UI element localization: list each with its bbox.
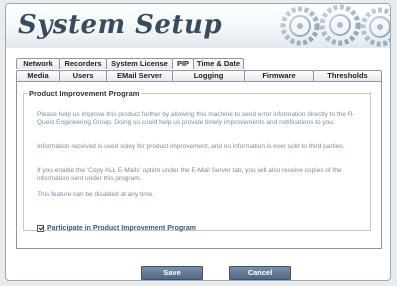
- tab-network[interactable]: Network: [16, 58, 60, 69]
- tab-email-server[interactable]: EMail Server: [106, 70, 173, 81]
- tab-recorders[interactable]: Recorders: [59, 58, 107, 69]
- tab-row-2: Media Users EMail Server Logging Firmwar…: [16, 70, 382, 81]
- section-legend: Product Improvement Program: [29, 89, 140, 98]
- tab-thresholds[interactable]: Thresholds: [313, 70, 382, 81]
- tab-users[interactable]: Users: [59, 70, 107, 81]
- tab-firmware[interactable]: Firmware: [244, 70, 314, 81]
- disable-note-paragraph: This feature can be disabled at any time…: [37, 191, 155, 198]
- participate-label[interactable]: Participate in Product Improvement Progr…: [47, 225, 196, 232]
- participate-checkbox[interactable]: [37, 225, 44, 232]
- intro-paragraph: Please help us improve this product furt…: [37, 111, 355, 126]
- tab-media[interactable]: Media: [16, 70, 60, 81]
- tab-time-date[interactable]: Time & Date: [193, 58, 244, 69]
- tab-row-1: Network Recorders System License PIP Tim…: [16, 58, 244, 69]
- save-button[interactable]: Save: [141, 266, 203, 280]
- copy-emails-paragraph: If you enable the 'Copy ALL E-Mails' opt…: [37, 167, 342, 182]
- tab-logging[interactable]: Logging: [172, 70, 245, 81]
- gears-decoration-icon: [280, 4, 390, 47]
- privacy-paragraph: Information received is used soley for p…: [37, 143, 345, 150]
- header-banner: System Setup: [6, 4, 390, 48]
- setup-window: System Setup Network Recorders System Li…: [5, 3, 391, 281]
- tab-panel-pip: Product Improvement Program Please help …: [16, 81, 382, 249]
- participate-option[interactable]: Participate in Product Improvement Progr…: [37, 225, 196, 232]
- tab-system-license[interactable]: System License: [106, 58, 173, 69]
- product-improvement-section: Product Improvement Program Please help …: [23, 89, 371, 232]
- tab-pip[interactable]: PIP: [172, 58, 194, 69]
- cancel-button[interactable]: Cancel: [229, 266, 291, 280]
